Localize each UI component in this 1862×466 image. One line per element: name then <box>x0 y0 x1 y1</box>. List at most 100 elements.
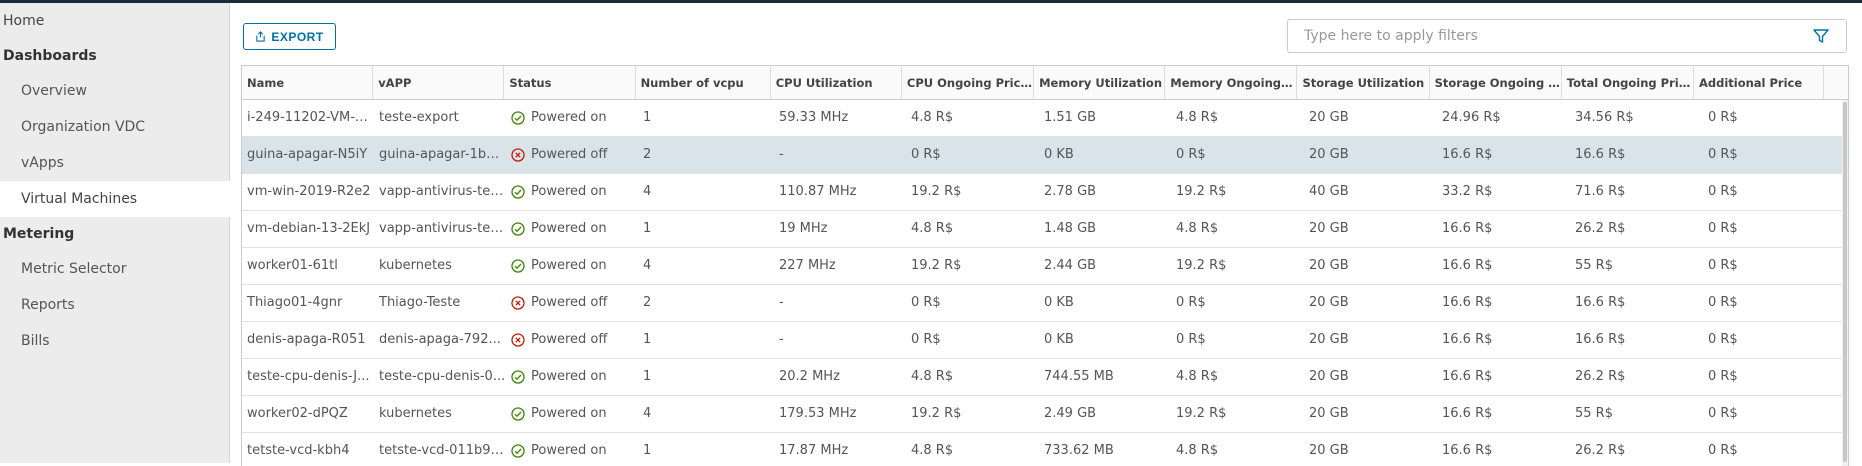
cell-vcpu: 1 <box>643 332 652 347</box>
filter-box <box>1287 19 1847 53</box>
cell-memory-utilization: 0 KB <box>1044 332 1074 347</box>
table-row[interactable]: vm-debian-13-2EkJ vapp-antivirus-tes... Po… <box>242 211 1848 248</box>
table-row[interactable]: vm-win-2019-R2e2 vapp-antivirus-tes... Pow… <box>242 174 1848 211</box>
column-header-total-price[interactable]: Total Ongoing Price (... <box>1562 66 1694 99</box>
cell-vapp: guina-apagar-1b7... <box>379 147 506 162</box>
nav-item-bills[interactable]: Bills <box>0 323 229 359</box>
column-header-vcpu[interactable]: Number of vcpu <box>636 66 771 99</box>
nav-item-organization-vdc[interactable]: Organization VDC <box>0 109 229 145</box>
table-row[interactable]: Thiago01-4gnr Thiago-Teste Powered off 2 - 0 … <box>242 285 1848 322</box>
filter-input[interactable] <box>1304 28 1812 44</box>
table-row[interactable]: tetste-vcd-kbh4 tetste-vcd-011b9a... Power… <box>242 433 1848 466</box>
error-circle-icon <box>511 296 525 310</box>
cell-vapp: vapp-antivirus-tes... <box>379 184 506 199</box>
cell-total-price: 16.6 R$ <box>1575 332 1626 347</box>
nav-section-metering[interactable]: Metering <box>0 217 229 251</box>
check-circle-icon <box>511 185 525 199</box>
grid-scrollbar-thumb[interactable] <box>1843 102 1847 462</box>
nav-item-vapps[interactable]: vApps <box>0 145 229 181</box>
cell-storage-price: 33.2 R$ <box>1442 184 1493 199</box>
nav-item-virtual-machines[interactable]: Virtual Machines <box>0 181 231 217</box>
nav-item-overview[interactable]: Overview <box>0 73 229 109</box>
cell-memory-price: 0 R$ <box>1176 332 1206 347</box>
cell-status: Powered on <box>506 359 638 395</box>
cell-cpu-price: 0 R$ <box>911 332 941 347</box>
sidebar: Home Dashboards Overview Organization VD… <box>0 3 231 463</box>
cell-total-price: 26.2 R$ <box>1575 443 1626 458</box>
cell-storage-utilization: 20 GB <box>1309 221 1349 236</box>
cell-additional-price: 0 R$ <box>1708 258 1738 273</box>
table-row[interactable]: worker02-dPQZ kubernetes Powered on 4 179.53… <box>242 396 1848 433</box>
table-row[interactable]: teste-cpu-denis-J... teste-cpu-denis-0...… <box>242 359 1848 396</box>
cell-cpu-price: 4.8 R$ <box>911 443 954 458</box>
cell-storage-utilization: 20 GB <box>1309 110 1349 125</box>
cell-name: teste-cpu-denis-J... <box>247 369 370 384</box>
column-header-storage-price[interactable]: Storage Ongoing Pric... <box>1430 66 1562 99</box>
cell-memory-utilization: 0 KB <box>1044 295 1074 310</box>
status-label: Powered on <box>531 369 607 384</box>
filter-icon[interactable] <box>1812 27 1830 45</box>
check-circle-icon <box>511 111 525 125</box>
cell-memory-utilization: 2.44 GB <box>1044 258 1097 273</box>
cell-total-price: 55 R$ <box>1575 406 1613 421</box>
column-header-vapp[interactable]: vAPP <box>373 66 505 99</box>
cell-cpu-price: 0 R$ <box>911 295 941 310</box>
cell-name: guina-apagar-N5iY <box>247 147 368 162</box>
table-row[interactable]: denis-apaga-R051 denis-apaga-792... Powere… <box>242 322 1848 359</box>
table-row[interactable]: guina-apagar-N5iY guina-apagar-1b7... Powe… <box>242 137 1848 174</box>
cell-storage-price: 16.6 R$ <box>1442 406 1493 421</box>
cell-additional-price: 0 R$ <box>1708 443 1738 458</box>
column-header-memory-utilization[interactable]: Memory Utilization <box>1034 66 1166 99</box>
column-header-additional-price[interactable]: Additional Price <box>1694 66 1825 99</box>
cell-name: denis-apaga-R051 <box>247 332 366 347</box>
cell-status: Powered off <box>506 137 638 173</box>
cell-name: Thiago01-4gnr <box>247 295 343 310</box>
export-button[interactable]: EXPORT <box>243 23 336 50</box>
table-row[interactable]: i-249-11202-VM-Kl... teste-export Powered … <box>242 100 1848 137</box>
cell-vcpu: 2 <box>643 295 652 310</box>
cell-cpu-price: 19.2 R$ <box>911 184 962 199</box>
cell-memory-price: 4.8 R$ <box>1176 443 1219 458</box>
cell-name: worker02-dPQZ <box>247 406 348 421</box>
cell-name: worker01-61tl <box>247 258 338 273</box>
check-circle-icon <box>511 370 525 384</box>
cell-name: vm-win-2019-R2e2 <box>247 184 371 199</box>
table-row[interactable]: worker01-61tl kubernetes Powered on 4 227 MH… <box>242 248 1848 285</box>
nav-home[interactable]: Home <box>0 3 229 39</box>
cell-memory-price: 0 R$ <box>1176 295 1206 310</box>
status-label: Powered on <box>531 258 607 273</box>
cell-vapp: teste-cpu-denis-0... <box>379 369 506 384</box>
cell-vapp: vapp-antivirus-tes... <box>379 221 506 236</box>
status-label: Powered on <box>531 110 607 125</box>
column-header-name[interactable]: Name <box>242 66 374 99</box>
cell-vcpu: 2 <box>643 147 652 162</box>
cell-total-price: 34.56 R$ <box>1575 110 1634 125</box>
cell-status: Powered on <box>506 396 638 432</box>
check-circle-icon <box>511 222 525 236</box>
cell-storage-price: 16.6 R$ <box>1442 332 1493 347</box>
cell-vapp: Thiago-Teste <box>379 295 461 310</box>
cell-memory-utilization: 744.55 MB <box>1044 369 1114 384</box>
nav-section-dashboards[interactable]: Dashboards <box>0 39 229 73</box>
cell-cpu-utilization: 19 MHz <box>779 221 828 236</box>
cell-storage-price: 16.6 R$ <box>1442 443 1493 458</box>
cell-cpu-price: 0 R$ <box>911 147 941 162</box>
column-header-cpu-utilization[interactable]: CPU Utilization <box>771 66 902 99</box>
cell-storage-utilization: 20 GB <box>1309 443 1349 458</box>
cell-total-price: 26.2 R$ <box>1575 221 1626 236</box>
cell-memory-price: 4.8 R$ <box>1176 369 1219 384</box>
column-header-status[interactable]: Status <box>504 66 636 99</box>
status-label: Powered on <box>531 221 607 236</box>
cell-additional-price: 0 R$ <box>1708 295 1738 310</box>
column-header-storage-utilization[interactable]: Storage Utilization <box>1297 66 1430 99</box>
nav-item-metric-selector[interactable]: Metric Selector <box>0 251 229 287</box>
cell-memory-utilization: 2.49 GB <box>1044 406 1097 421</box>
error-circle-icon <box>511 148 525 162</box>
cell-additional-price: 0 R$ <box>1708 406 1738 421</box>
nav-item-reports[interactable]: Reports <box>0 287 229 323</box>
check-circle-icon <box>511 407 525 421</box>
column-header-cpu-price[interactable]: CPU Ongoing Price (... <box>902 66 1035 99</box>
column-header-memory-price[interactable]: Memory Ongoing Pric... <box>1165 66 1298 99</box>
cell-cpu-utilization: 227 MHz <box>779 258 836 273</box>
check-circle-icon <box>511 259 525 273</box>
